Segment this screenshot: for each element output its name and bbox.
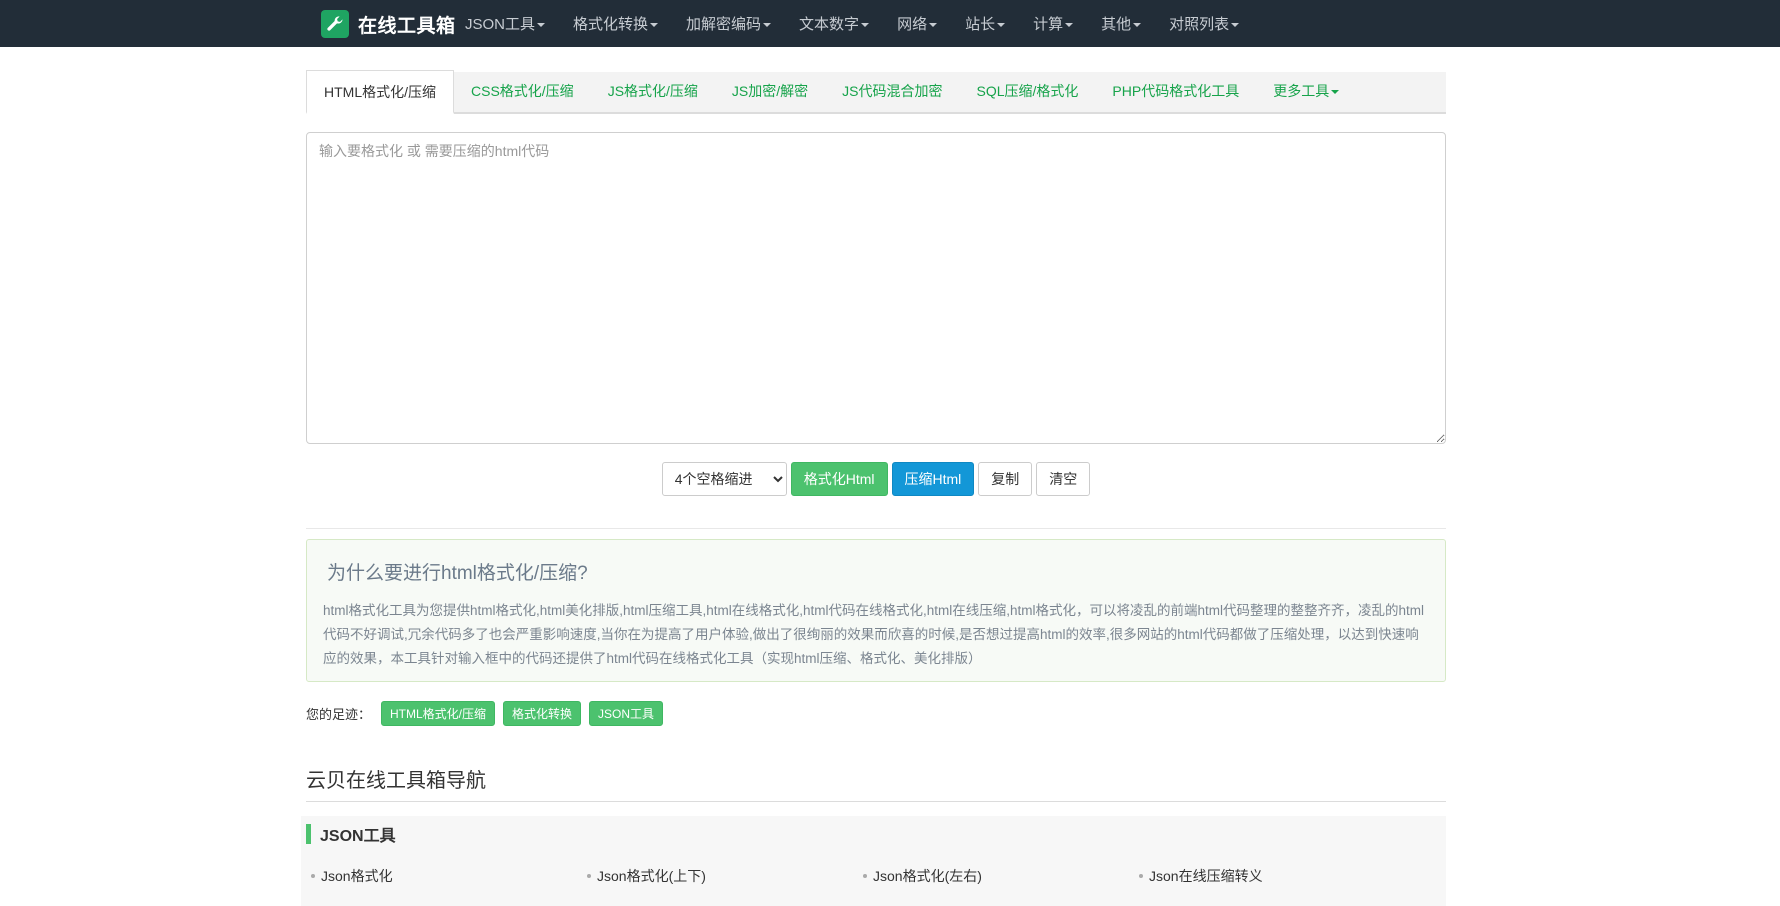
wrench-icon — [321, 10, 349, 38]
caret-down-icon — [650, 22, 659, 27]
caret-down-icon — [997, 22, 1006, 27]
nav-item-encrypt[interactable]: 加解密编码 — [686, 13, 772, 34]
code-input[interactable] — [306, 132, 1446, 444]
category-link[interactable]: Json格式化(上下) — [587, 866, 863, 886]
footprint-tag[interactable]: JSON工具 — [589, 701, 664, 726]
top-navbar: 在线工具箱 JSON工具 格式化转换 加解密编码 文本数字 网络 站长 计算 其… — [0, 0, 1780, 47]
footprint: 您的足迹： HTML格式化/压缩 格式化转换 JSON工具 — [306, 701, 1446, 726]
nav-item-webmaster[interactable]: 站长 — [965, 13, 1006, 34]
footprint-tag[interactable]: HTML格式化/压缩 — [381, 701, 496, 726]
action-bar: 4个空格缩进 格式化Html 压缩Html 复制 清空 — [306, 462, 1446, 496]
footprint-label: 您的足迹： — [306, 707, 372, 722]
brand[interactable]: 在线工具箱 — [321, 10, 456, 38]
main-container: HTML格式化/压缩 CSS格式化/压缩 JS格式化/压缩 JS加密/解密 JS… — [301, 70, 1446, 906]
bullet-icon — [587, 874, 591, 878]
category-box: JSON工具 Json格式化 Json格式化(上下) Json格式化(左右) J… — [301, 816, 1446, 906]
clear-button[interactable]: 清空 — [1036, 462, 1091, 496]
caret-down-icon — [763, 22, 772, 27]
info-body: html格式化工具为您提供html格式化,html美化排版,html压缩工具,h… — [323, 603, 1425, 666]
nav-item-calculate[interactable]: 计算 — [1033, 13, 1074, 34]
tool-tabs: HTML格式化/压缩 CSS格式化/压缩 JS格式化/压缩 JS加密/解密 JS… — [306, 70, 1446, 114]
divider — [306, 528, 1446, 529]
tab-html-format[interactable]: HTML格式化/压缩 — [306, 70, 454, 114]
tab-php-format[interactable]: PHP代码格式化工具 — [1095, 70, 1256, 112]
tab-js-format[interactable]: JS格式化/压缩 — [591, 70, 715, 112]
category-link[interactable]: Json格式化(左右) — [863, 866, 1139, 886]
category-links: Json格式化 Json格式化(上下) Json格式化(左右) Json在线压缩… — [311, 866, 1446, 886]
tab-more-tools[interactable]: 更多工具 — [1256, 70, 1356, 112]
nav-item-reference[interactable]: 对照列表 — [1169, 13, 1240, 34]
caret-down-icon — [1231, 22, 1240, 27]
bullet-icon — [1139, 874, 1143, 878]
info-title: 为什么要进行html格式化/压缩? — [327, 563, 588, 584]
copy-button[interactable]: 复制 — [978, 462, 1033, 496]
caret-down-icon — [929, 22, 938, 27]
caret-down-icon — [537, 22, 546, 27]
category-header: JSON工具 — [306, 824, 1446, 845]
bullet-icon — [863, 874, 867, 878]
format-html-button[interactable]: 格式化Html — [790, 462, 888, 496]
tab-sql-format[interactable]: SQL压缩/格式化 — [960, 70, 1096, 112]
caret-down-icon — [1331, 90, 1340, 94]
nav-section-title: 云贝在线工具箱导航 — [306, 764, 1446, 802]
nav-item-other[interactable]: 其他 — [1101, 13, 1142, 34]
nav-item-format-convert[interactable]: 格式化转换 — [573, 13, 659, 34]
nav-item-text-number[interactable]: 文本数字 — [799, 13, 870, 34]
category-link[interactable]: Json格式化 — [311, 866, 587, 886]
nav-item-json[interactable]: JSON工具 — [465, 13, 546, 34]
category-name: JSON工具 — [320, 828, 396, 845]
indent-select[interactable]: 4个空格缩进 — [661, 462, 787, 496]
tab-css-format[interactable]: CSS格式化/压缩 — [454, 70, 591, 112]
caret-down-icon — [1133, 22, 1142, 27]
caret-down-icon — [861, 22, 870, 27]
brand-title: 在线工具箱 — [358, 15, 456, 37]
tab-js-encrypt[interactable]: JS加密/解密 — [715, 70, 825, 112]
category-marker — [306, 824, 311, 844]
caret-down-icon — [1065, 22, 1074, 27]
footprint-tag[interactable]: 格式化转换 — [503, 701, 582, 726]
compress-html-button[interactable]: 压缩Html — [891, 462, 975, 496]
bullet-icon — [311, 874, 315, 878]
tab-js-obfuscate[interactable]: JS代码混合加密 — [825, 70, 959, 112]
info-panel: 为什么要进行html格式化/压缩? html格式化工具为您提供html格式化,h… — [306, 539, 1446, 682]
category-link[interactable]: Json在线压缩转义 — [1139, 866, 1415, 886]
main-menu: JSON工具 格式化转换 加解密编码 文本数字 网络 站长 计算 其他 对照列表 — [465, 0, 1267, 47]
nav-item-network[interactable]: 网络 — [897, 13, 938, 34]
